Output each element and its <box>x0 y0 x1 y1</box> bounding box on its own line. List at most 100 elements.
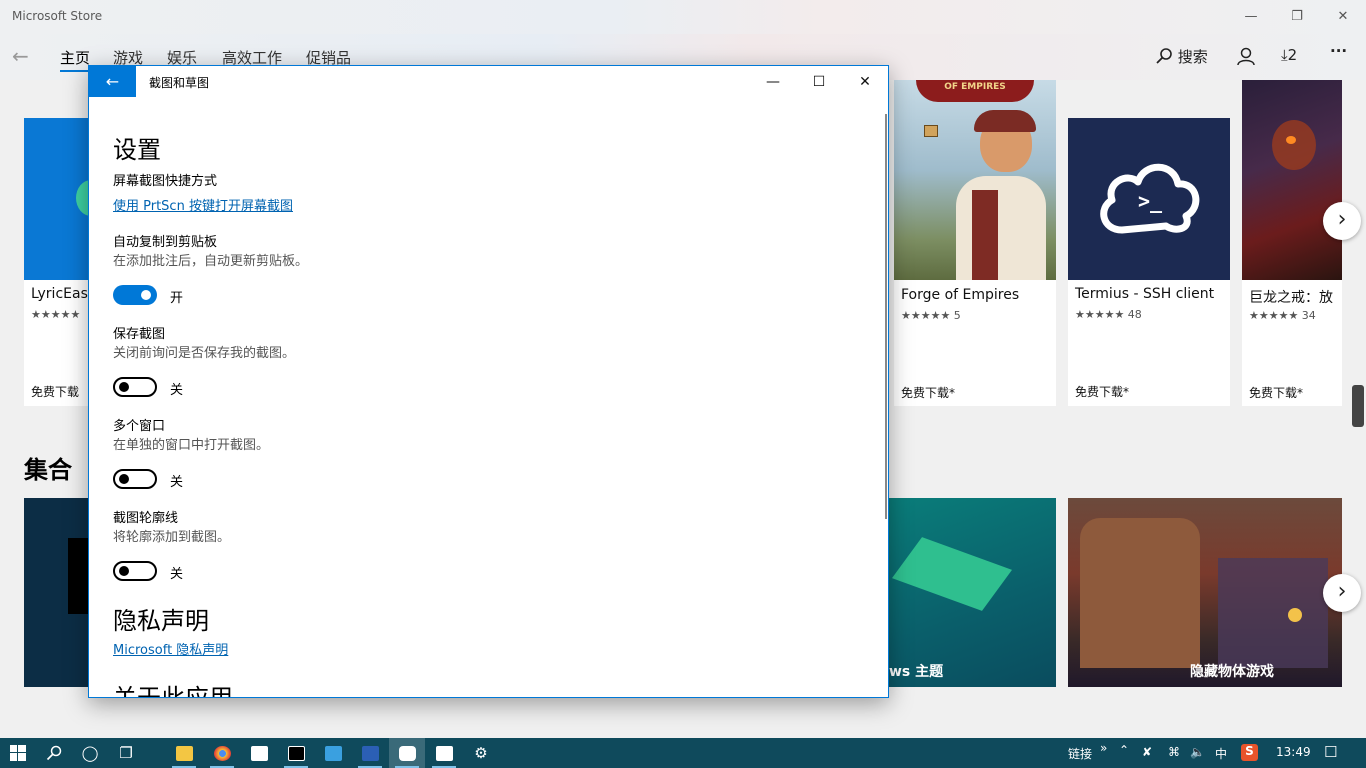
store-scrollbar-thumb[interactable] <box>1352 385 1364 427</box>
task-view-button[interactable]: ❐ <box>108 738 144 768</box>
cortana-button[interactable]: ◯ <box>72 738 108 768</box>
cortana-icon: ◯ <box>81 744 99 762</box>
dialog-scrollbar[interactable] <box>885 114 887 519</box>
links-expand-icon[interactable]: » <box>1100 741 1107 755</box>
taskbar-file-explorer[interactable] <box>166 738 202 768</box>
links-toolbar-label[interactable]: 链接 <box>1068 745 1092 762</box>
store-close-button[interactable]: ✕ <box>1320 4 1366 30</box>
dialog-maximize-button[interactable]: ☐ <box>796 68 842 96</box>
taskbar-snip-sketch[interactable] <box>389 738 425 768</box>
autocopy-toggle[interactable] <box>113 285 157 305</box>
chevron-right-icon: › <box>1337 207 1347 232</box>
tile-building <box>1080 518 1200 668</box>
multi-window-state: 关 <box>170 475 184 490</box>
collection-tile-themes[interactable]: ws 主题 <box>889 498 1056 687</box>
collection-tile-hidden-object[interactable]: 隐藏物体游戏 <box>1068 498 1342 687</box>
tray-chevron-up-icon[interactable]: ⌃ <box>1119 743 1129 757</box>
chevron-right-icon: › <box>1337 579 1347 604</box>
snip-sketch-icon <box>398 746 416 761</box>
autocopy-label: 自动复制到剪贴板 <box>113 235 218 250</box>
toggle-knob <box>141 290 151 300</box>
character-hat <box>974 110 1036 132</box>
snip-sketch-settings-window: ← 截图和草图 — ☐ ✕ 设置 屏幕截图快捷方式 使用 PrtScn 按键打开… <box>88 65 889 698</box>
outline-desc: 将轮廓添加到截图。 <box>113 530 231 545</box>
downloads-button[interactable]: ⤓2 <box>1281 46 1297 64</box>
collections-next-button[interactable]: › <box>1323 574 1361 612</box>
intellij-icon <box>287 746 305 761</box>
collection-label: 隐藏物体游戏 <box>1190 664 1274 680</box>
taskbar-photos[interactable] <box>315 738 351 768</box>
card-rating: ★★★★★ 34 <box>1249 309 1316 322</box>
settings-heading: 设置 <box>113 136 161 164</box>
card-title: LyricEase <box>31 286 97 302</box>
sogou-icon[interactable]: S <box>1241 744 1258 761</box>
taskbar: ◯ ❐ ⚙ 链接 » ⌃ ✘ ⌘ 🔈 中 S 13:49 ☐ <box>0 738 1366 768</box>
collections-title: 集合 <box>24 456 72 484</box>
shortcut-link[interactable]: 使用 PrtScn 按键打开屏幕截图 <box>113 195 293 214</box>
chrome-icon <box>213 746 231 761</box>
ime-mode-label[interactable]: 中 <box>1215 745 1227 762</box>
svg-text:>_: >_ <box>1138 189 1163 213</box>
search-button[interactable]: 搜索 <box>1155 46 1208 67</box>
card-price: 免费下载* <box>1075 385 1130 399</box>
taskbar-word[interactable] <box>352 738 388 768</box>
dialog-close-button[interactable]: ✕ <box>842 68 888 96</box>
tile-building-2 <box>1218 558 1328 668</box>
card-rating: ★★★★★ 48 <box>1075 308 1142 321</box>
store-restore-button[interactable]: ❐ <box>1274 4 1320 30</box>
taskbar-chrome[interactable] <box>204 738 240 768</box>
taskbar-store[interactable] <box>426 738 462 768</box>
wifi-icon[interactable]: ⌘ <box>1168 745 1180 759</box>
dialog-title: 截图和草图 <box>149 76 210 90</box>
termius-image: >_ <box>1068 118 1230 280</box>
toggle-knob <box>119 474 129 484</box>
app-card-dragon-ring[interactable]: 巨龙之戒：放 ★★★★★ 34 免费下载* <box>1242 80 1342 406</box>
app-card-termius[interactable]: >_ Termius - SSH client ★★★★★ 48 免费下载* <box>1068 118 1230 406</box>
card-rating: ★★★★★ 5 <box>901 309 961 322</box>
save-toggle[interactable] <box>113 377 157 397</box>
back-arrow-icon[interactable]: ← <box>12 44 29 68</box>
app-card-forge-of-empires[interactable]: OF EMPIRES Forge of Empires ★★★★★ 5 免费下载… <box>894 80 1056 406</box>
dialog-minimize-button[interactable]: — <box>750 68 796 96</box>
toggle-knob <box>119 566 129 576</box>
download-icon: ⤓ <box>1281 46 1288 64</box>
dragon-image <box>1242 80 1342 280</box>
character-vest <box>972 190 998 280</box>
card-title: 巨龙之戒：放 <box>1249 290 1333 306</box>
outline-toggle[interactable] <box>113 561 157 581</box>
privacy-link[interactable]: Microsoft 隐私声明 <box>113 639 228 658</box>
dragon-eye <box>1286 136 1296 144</box>
account-button[interactable] <box>1236 46 1256 70</box>
taskbar-search-button[interactable] <box>36 738 72 768</box>
carousel-next-button[interactable]: › <box>1323 202 1361 240</box>
ime-indicator-icon[interactable]: ✘ <box>1142 745 1152 759</box>
more-button[interactable]: ··· <box>1330 42 1347 60</box>
user-icon <box>1237 47 1255 66</box>
windows-logo-icon <box>10 745 26 761</box>
back-arrow-icon: ← <box>105 72 120 91</box>
search-icon <box>1156 48 1172 64</box>
store-title: Microsoft Store <box>12 9 103 23</box>
volume-icon[interactable]: 🔈 <box>1190 745 1205 759</box>
start-button[interactable] <box>0 738 36 768</box>
autocopy-desc: 在添加批注后，自动更新剪贴板。 <box>113 254 309 269</box>
taskbar-typora[interactable] <box>241 738 277 768</box>
taskbar-settings[interactable]: ⚙ <box>463 738 499 768</box>
store-bag-icon <box>435 746 453 761</box>
clock[interactable]: 13:49 <box>1276 745 1311 759</box>
card-price: 免费下载* <box>1249 386 1304 400</box>
dialog-back-button[interactable]: ← <box>89 66 136 97</box>
notification-center-icon[interactable]: ☐ <box>1324 743 1337 761</box>
dragon-figure <box>1272 120 1316 170</box>
store-minimize-button[interactable]: — <box>1228 4 1274 30</box>
search-icon <box>46 745 62 761</box>
tile-graphic <box>891 537 1013 611</box>
outline-label: 截图轮廓线 <box>113 511 179 526</box>
gear-icon: ⚙ <box>474 744 488 762</box>
tab-home[interactable]: 主页 <box>60 47 91 72</box>
shortcut-label: 屏幕截图快捷方式 <box>113 174 218 189</box>
multi-window-toggle[interactable] <box>113 469 157 489</box>
card-price: 免费下载 <box>31 385 80 399</box>
privacy-heading: 隐私声明 <box>113 607 209 635</box>
taskbar-intellij[interactable] <box>278 738 314 768</box>
